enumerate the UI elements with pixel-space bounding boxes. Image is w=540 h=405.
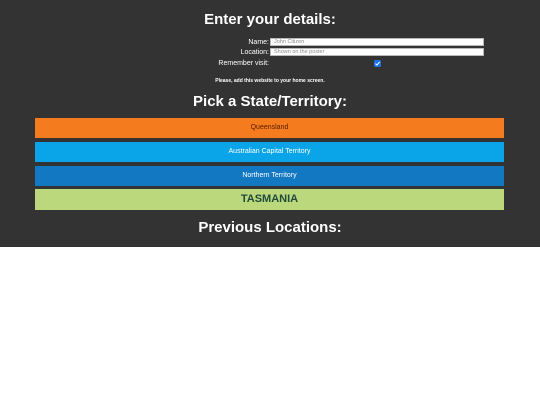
state-button-label: Australian Capital Territory (228, 148, 311, 155)
state-button-northern-territory[interactable]: Northern Territory (35, 166, 504, 186)
state-button-label: TASMANIA (240, 193, 299, 205)
home-screen-note: Please, add this website to your home sc… (215, 78, 325, 84)
state-button-queensland[interactable]: Queensland (35, 118, 504, 138)
state-button-tasmania[interactable]: TASMANIA (35, 189, 504, 210)
states-heading: Pick a State/Territory: (193, 93, 347, 110)
main-panel: Enter your details: Name: Location: Reme… (0, 0, 540, 247)
state-button-label: Northern Territory (242, 172, 297, 179)
name-label: Name: (248, 39, 269, 46)
name-input[interactable] (270, 38, 484, 46)
previous-locations-heading: Previous Locations: (198, 219, 342, 236)
details-heading: Enter your details: (204, 11, 336, 28)
checkmark-icon (375, 61, 380, 66)
state-button-act[interactable]: Australian Capital Territory (35, 142, 504, 162)
state-button-label: Queensland (250, 124, 289, 131)
remember-visit-checkbox[interactable] (374, 60, 381, 67)
remember-visit-label: Remember visit: (218, 60, 269, 67)
location-input[interactable] (270, 48, 484, 56)
location-label: Location: (240, 49, 269, 56)
